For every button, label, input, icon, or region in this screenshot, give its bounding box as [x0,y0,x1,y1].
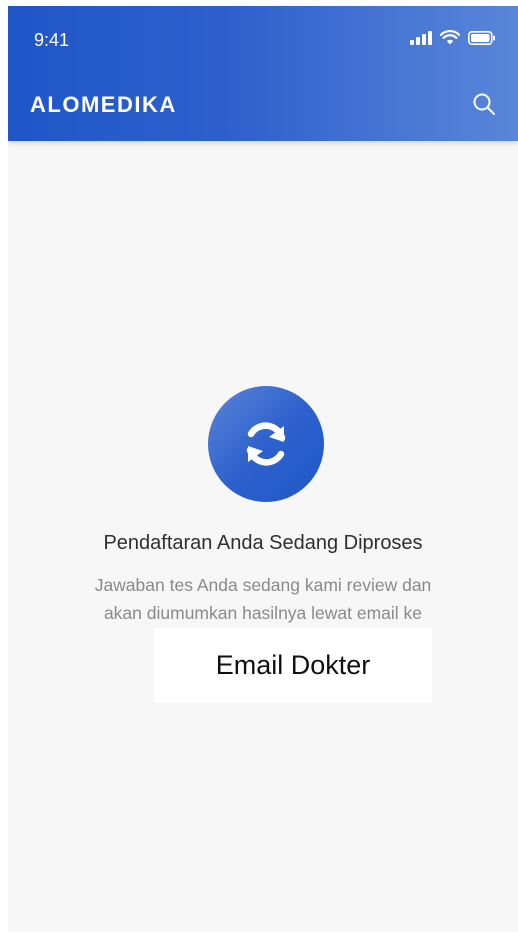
doctor-email-text: Email Dokter [215,650,371,680]
wifi-icon [440,30,460,45]
main-content: Pendaftaran Anda Sedang Diproses Jawaban… [8,141,518,932]
description-line-2: akan diumumkan hasilnya lewat email ke [103,603,423,623]
status-time: 9:41 [34,30,70,50]
status-description: Jawaban tes Anda sedang kami review dan … [53,571,473,627]
app-header: 9:41 ALOMEDIKA [8,6,518,141]
status-icons [410,30,496,45]
description-line-1: Jawaban tes Anda sedang kami review dan [94,575,432,595]
signal-icon [410,30,432,45]
status-title: Pendaftaran Anda Sedang Diproses [103,532,423,554]
search-button[interactable] [470,90,498,118]
refresh-icon [246,422,286,466]
app-logo: ALOMEDIKA [30,92,177,117]
doctor-email-field: Email Dokter [154,628,432,703]
search-icon [473,93,495,115]
app-screen: 9:41 ALOMEDIKA Pendaftaran Anda Sedang D… [8,6,518,932]
processing-status-badge [208,386,324,502]
battery-icon [468,30,495,45]
